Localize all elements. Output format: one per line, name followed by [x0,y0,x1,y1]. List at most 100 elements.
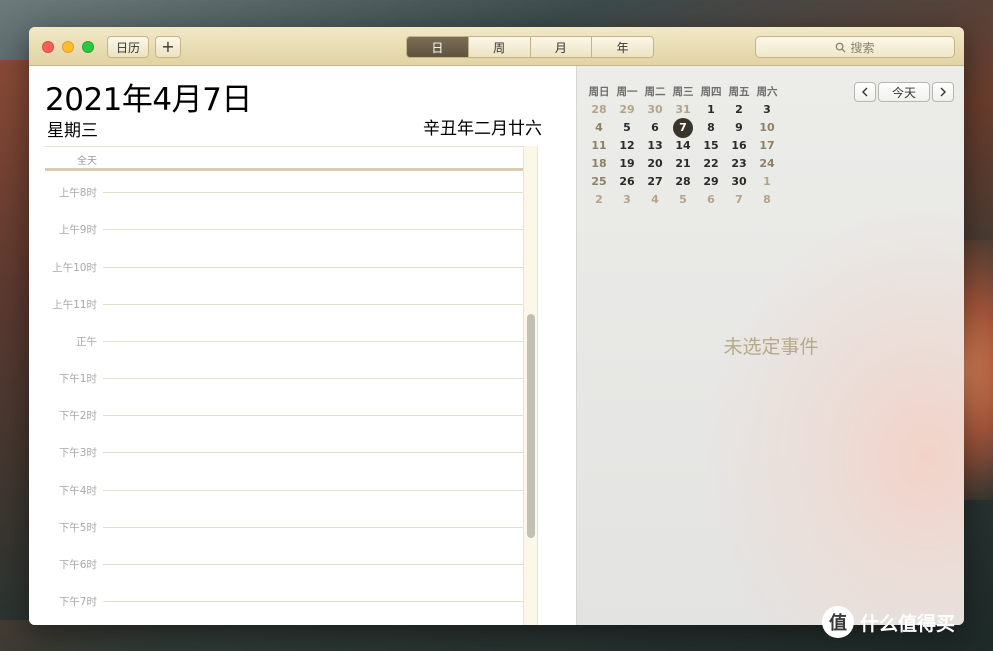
hour-divider [103,341,523,342]
zoom-window-button[interactable] [82,41,94,53]
mini-calendar-day[interactable]: 4 [641,191,669,209]
mini-calendar-day[interactable]: 3 [753,101,781,119]
mini-calendar-day[interactable]: 2 [585,191,613,209]
close-window-button[interactable] [42,41,54,53]
all-day-label: 全天 [77,156,97,167]
hour-row[interactable]: 下午7时 [45,583,523,620]
mini-calendar-day[interactable]: 28 [669,173,697,191]
mini-calendar-day[interactable]: 10 [753,119,781,137]
hour-row[interactable]: 上午11时 [45,286,523,323]
view-switcher: 日 周 月 年 [406,36,654,58]
mini-calendar-header: 周日 周一 周二 周三 周四 周五 周六 [585,83,781,101]
mini-calendar-day[interactable]: 4 [585,119,613,137]
hour-row[interactable]: 下午5时 [45,509,523,546]
hour-divider [103,192,523,193]
mini-calendar-day[interactable]: 20 [641,155,669,173]
mini-calendar-day[interactable]: 22 [697,155,725,173]
tab-week[interactable]: 周 [467,37,530,57]
hour-label: 下午3时 [58,447,97,459]
mini-calendar-day[interactable]: 29 [697,173,725,191]
tab-day[interactable]: 日 [407,37,468,57]
mini-calendar-day[interactable]: 13 [641,137,669,155]
mini-calendar-day[interactable]: 3 [613,191,641,209]
mini-calendar-day[interactable]: 14 [669,137,697,155]
hour-grid[interactable]: 上午8时 上午9时 上午10时 上午11时 正午 下午1时 下午2时 下午3时 … [45,174,525,625]
hour-divider [103,304,523,305]
mini-calendar-day[interactable]: 5 [613,119,641,137]
mini-calendar-day[interactable]: 6 [697,191,725,209]
mini-calendar-day[interactable]: 18 [585,155,613,173]
tab-month[interactable]: 月 [529,37,592,57]
mini-calendar-day[interactable]: 23 [725,155,753,173]
next-month-button[interactable] [932,82,954,102]
hour-label: 上午9时 [58,224,97,236]
hour-row[interactable]: 上午8时 [45,174,523,211]
mini-calendar-day[interactable]: 1 [753,173,781,191]
mini-calendar-day[interactable]: 31 [669,101,697,119]
hour-label: 下午6时 [58,559,97,571]
date-title: 2021年4月7日 [45,82,252,118]
mini-calendar-day[interactable]: 15 [697,137,725,155]
lunar-date: 辛丑年二月廿六 [423,119,542,139]
mini-calendar-day[interactable]: 8 [697,119,725,137]
mini-calendar-day[interactable]: 16 [725,137,753,155]
hour-row[interactable]: 下午3时 [45,434,523,471]
mini-calendar-day[interactable]: 6 [641,119,669,137]
chevron-right-icon [940,87,946,97]
mini-calendar-week: 25 26 27 28 29 30 1 [585,173,781,191]
minimize-window-button[interactable] [62,41,74,53]
mini-calendar-day[interactable]: 17 [753,137,781,155]
mini-calendar-day[interactable]: 19 [613,155,641,173]
add-event-button[interactable]: + [155,36,181,58]
mini-calendar-day[interactable]: 1 [697,101,725,119]
mini-calendar-day[interactable]: 7 [725,191,753,209]
mini-calendar-day[interactable]: 5 [669,191,697,209]
today-button[interactable]: 今天 [878,82,930,102]
tab-year[interactable]: 年 [591,37,653,57]
hour-label: 下午5时 [58,522,97,534]
mini-calendar-day[interactable]: 9 [725,119,753,137]
weekday-header: 周日 [588,86,610,98]
calendars-button[interactable]: 日历 [107,36,149,58]
mini-calendar-day[interactable]: 12 [613,137,641,155]
mini-calendar-day[interactable]: 8 [753,191,781,209]
hour-row[interactable]: 下午6时 [45,546,523,583]
hour-label: 下午2时 [58,410,97,422]
mini-calendar-day[interactable]: 29 [613,101,641,119]
mini-calendar-day[interactable]: 11 [585,137,613,155]
mini-calendar-day[interactable]: 30 [641,101,669,119]
mini-calendar-day[interactable]: 30 [725,173,753,191]
scrollbar-thumb[interactable] [527,314,535,538]
hour-row[interactable]: 正午 [45,323,523,360]
weekday-label: 星期三 [47,121,98,141]
hour-label: 上午10时 [52,262,97,274]
mini-calendar-day[interactable]: 2 [725,101,753,119]
search-field[interactable]: 搜索 [755,36,955,58]
mini-calendar-day[interactable]: 25 [585,173,613,191]
hour-row[interactable]: 上午9时 [45,211,523,248]
hour-row[interactable]: 下午2时 [45,397,523,434]
mini-calendar-day[interactable]: 27 [641,173,669,191]
mini-calendar-day[interactable]: 24 [753,155,781,173]
desktop-wallpaper-left [0,60,30,620]
mini-calendar-day[interactable]: 28 [585,101,613,119]
no-event-selected-label: 未选定事件 [723,336,819,358]
mini-calendar: 周日 周一 周二 周三 周四 周五 周六 28 29 30 31 1 2 3 4… [585,83,781,209]
mini-calendar-week: 18 19 20 21 22 23 24 [585,155,781,173]
hour-label: 下午1时 [58,373,97,385]
mini-calendar-day[interactable]: 21 [669,155,697,173]
hour-row[interactable]: 下午1时 [45,360,523,397]
mini-calendar-day[interactable]: 26 [613,173,641,191]
mini-calendar-day-selected[interactable]: 7 [669,118,697,138]
vertical-scrollbar[interactable] [523,146,538,625]
hour-divider [103,601,523,602]
weekday-header: 周五 [728,86,750,98]
hour-row[interactable]: 上午10时 [45,249,523,286]
weekday-header: 周六 [756,86,778,98]
watermark-text: 什么值得买 [860,612,956,635]
weekday-header: 周二 [644,86,666,98]
previous-month-button[interactable] [854,82,876,102]
hour-row[interactable]: 下午4时 [45,472,523,509]
all-day-row[interactable]: 全天 [45,146,538,171]
watermark: 值 什么值得买 [822,606,955,638]
